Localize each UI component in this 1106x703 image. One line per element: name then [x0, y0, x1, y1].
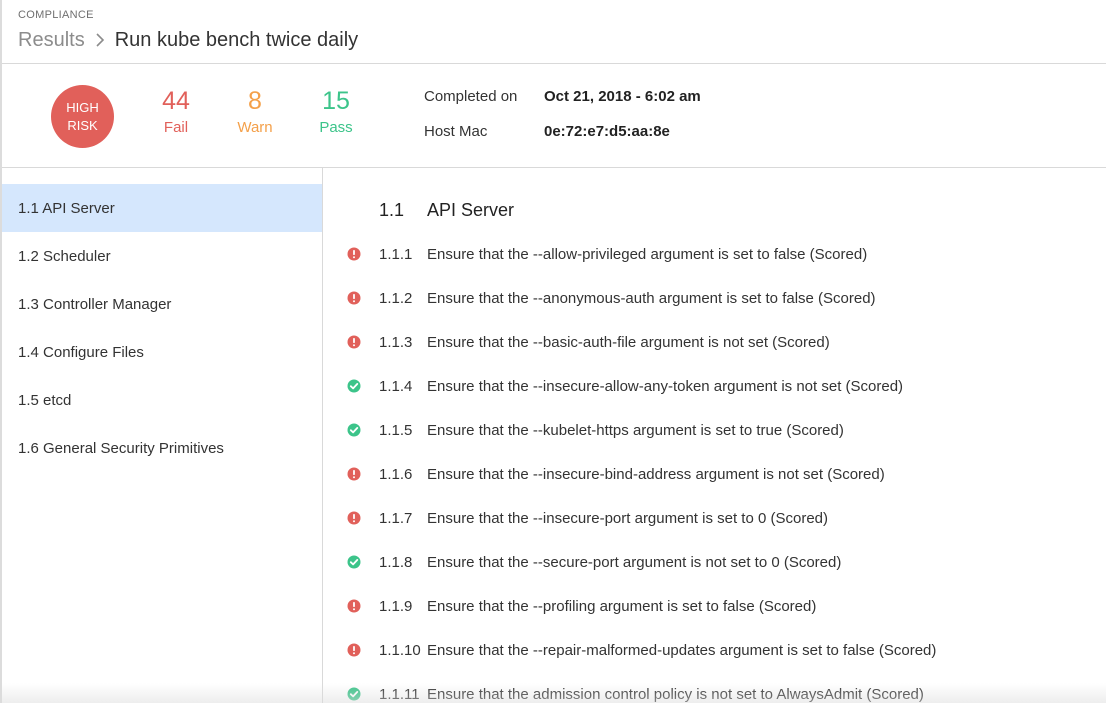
check-description: Ensure that the --secure-port argument i…: [427, 553, 842, 571]
warn-stat: 8 Warn: [220, 86, 290, 138]
section-eyebrow: COMPLIANCE: [18, 9, 94, 21]
fail-icon: [347, 332, 379, 352]
pass-icon: [347, 552, 379, 572]
check-row[interactable]: 1.1.11 Ensure that the admission control …: [347, 684, 924, 703]
section-heading: 1.1 API Server: [379, 200, 514, 220]
risk-badge-line1: HIGH: [66, 99, 99, 115]
sidebar-item-configure-files[interactable]: 1.4 Configure Files: [2, 328, 322, 376]
host-label: Host Mac: [424, 123, 488, 140]
check-number: 1.1.1: [379, 245, 413, 263]
compliance-results-page: COMPLIANCE Results Run kube bench twice …: [0, 0, 1106, 703]
check-number: 1.1.6: [379, 465, 413, 483]
sidebar-item-controller-manager[interactable]: 1.3 Controller Manager: [2, 280, 322, 328]
check-description: Ensure that the --repair-malformed-updat…: [427, 641, 937, 659]
check-results-panel: 1.1 API Server 1.1.1 Ensure that the --al…: [323, 168, 1106, 703]
check-number: 1.1.11: [379, 685, 420, 703]
check-number: 1.1.9: [379, 597, 413, 615]
breadcrumb-results-link[interactable]: Results: [18, 29, 85, 52]
fail-icon: [347, 464, 379, 484]
section-number: 1.1: [379, 199, 405, 220]
warn-count: 8: [248, 87, 262, 115]
fail-icon: [347, 288, 379, 308]
section-title: API Server: [427, 199, 515, 220]
check-number: 1.1.4: [379, 377, 413, 395]
check-description: Ensure that the --kubelet-https argument…: [427, 421, 844, 439]
breadcrumb: Results Run kube bench twice daily: [18, 27, 358, 53]
page-header: COMPLIANCE Results Run kube bench twice …: [2, 0, 1106, 64]
pass-icon: [347, 420, 379, 440]
check-row[interactable]: 1.1.10 Ensure that the --repair-malformed…: [347, 640, 936, 660]
check-row[interactable]: 1.1.5 Ensure that the --kubelet-https arg…: [347, 420, 844, 440]
pass-count: 15: [322, 87, 350, 115]
warn-label: Warn: [237, 119, 273, 136]
check-description: Ensure that the --allow-privileged argum…: [427, 245, 868, 263]
fail-icon: [347, 508, 379, 528]
check-row[interactable]: 1.1.9 Ensure that the --profiling argumen…: [347, 596, 816, 616]
section-sidebar: 1.1 API Server 1.2 Scheduler 1.3 Control…: [2, 168, 323, 703]
fail-icon: [347, 640, 379, 660]
check-number: 1.1.2: [379, 289, 413, 307]
completed-value: Oct 21, 2018 - 6:02 am: [544, 88, 701, 105]
check-description: Ensure that the --insecure-bind-address …: [427, 465, 885, 483]
sidebar-item-scheduler[interactable]: 1.2 Scheduler: [2, 232, 322, 280]
check-row[interactable]: 1.1.6 Ensure that the --insecure-bind-add…: [347, 464, 885, 484]
check-number: 1.1.10: [379, 641, 421, 659]
scan-summary: HIGH RISK 44 Fail 8 Warn 15 Pass Complet…: [2, 64, 1106, 168]
fail-stat: 44 Fail: [141, 86, 211, 138]
sidebar-item-api-server[interactable]: 1.1 API Server: [2, 184, 322, 232]
pass-icon: [347, 684, 379, 703]
check-description: Ensure that the --insecure-port argument…: [427, 509, 829, 527]
check-row[interactable]: 1.1.7 Ensure that the --insecure-port arg…: [347, 508, 828, 528]
page-title: Run kube bench twice daily: [114, 28, 359, 51]
check-description: Ensure that the --anonymous-auth argumen…: [427, 289, 876, 307]
pass-label: Pass: [319, 119, 353, 136]
fail-label: Fail: [163, 119, 189, 136]
pass-icon: [347, 376, 379, 396]
check-row[interactable]: 1.1.2 Ensure that the --anonymous-auth ar…: [347, 288, 876, 308]
fail-icon: [347, 596, 379, 616]
check-number: 1.1.5: [379, 421, 413, 439]
check-row[interactable]: 1.1.1 Ensure that the --allow-privileged …: [347, 244, 867, 264]
check-description: Ensure that the admission control policy…: [427, 685, 924, 703]
check-number: 1.1.8: [379, 553, 413, 571]
sidebar-item-etcd[interactable]: 1.5 etcd: [2, 376, 322, 424]
host-value: 0e:72:e7:d5:aa:8e: [544, 123, 670, 140]
fail-count: 44: [162, 87, 190, 115]
pass-stat: 15 Pass: [301, 86, 371, 138]
check-description: Ensure that the --basic-auth-file argume…: [427, 333, 830, 351]
risk-badge-line2: RISK: [67, 117, 98, 133]
check-row[interactable]: 1.1.8 Ensure that the --secure-port argum…: [347, 552, 841, 572]
chevron-right-icon: [85, 33, 115, 47]
check-row[interactable]: 1.1.3 Ensure that the --basic-auth-file a…: [347, 332, 830, 352]
sidebar-item-general-security-primitives[interactable]: 1.6 General Security Primitives: [2, 424, 322, 472]
check-description: Ensure that the --insecure-allow-any-tok…: [427, 377, 904, 395]
check-number: 1.1.3: [379, 333, 413, 351]
risk-badge: HIGH RISK: [51, 85, 114, 148]
completed-label: Completed on: [424, 88, 518, 105]
check-description: Ensure that the --profiling argument is …: [427, 597, 817, 615]
check-number: 1.1.7: [379, 509, 413, 527]
check-row[interactable]: 1.1.4 Ensure that the --insecure-allow-an…: [347, 376, 903, 396]
fail-icon: [347, 244, 379, 264]
